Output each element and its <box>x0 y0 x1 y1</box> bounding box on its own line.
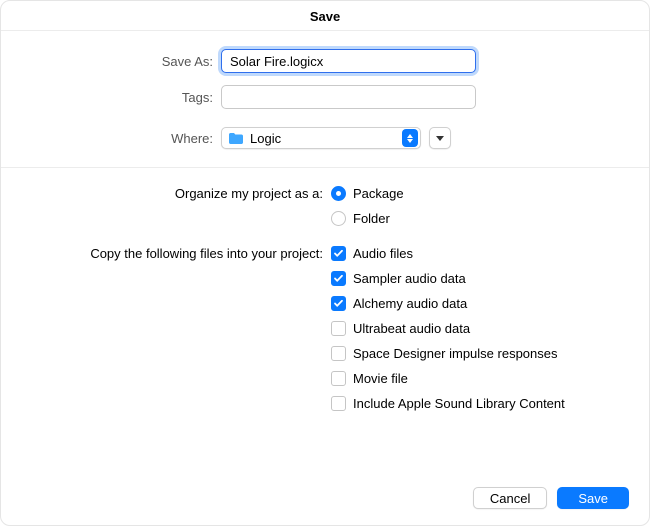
radio-folder-label: Folder <box>353 211 390 226</box>
where-row: Where: Logic <box>1 127 649 149</box>
organize-row-package: Organize my project as a: Package <box>1 186 649 201</box>
checkbox-movie-file[interactable] <box>331 371 346 386</box>
tags-input[interactable] <box>221 85 476 109</box>
checkbox-audio-files-label: Audio files <box>353 246 413 261</box>
copy-row-2: Alchemy audio data <box>1 296 649 311</box>
copy-row-1: Sampler audio data <box>1 271 649 286</box>
updown-arrows-icon <box>402 129 418 147</box>
dialog-content: Save As: Tags: Where: Logic <box>1 31 649 473</box>
checkbox-ultrabeat-label: Ultrabeat audio data <box>353 321 470 336</box>
chevron-down-icon <box>436 136 444 141</box>
checkbox-space-designer-label: Space Designer impulse responses <box>353 346 558 361</box>
copy-row-3: Ultrabeat audio data <box>1 321 649 336</box>
checkbox-movie-file-label: Movie file <box>353 371 408 386</box>
organize-label: Organize my project as a: <box>1 186 331 201</box>
folder-icon <box>228 132 244 145</box>
organize-row-folder: Folder <box>1 211 649 226</box>
copy-row-4: Space Designer impulse responses <box>1 346 649 361</box>
checkbox-space-designer[interactable] <box>331 346 346 361</box>
radio-package-label: Package <box>353 186 404 201</box>
checkbox-apple-sound-lib[interactable] <box>331 396 346 411</box>
save-dialog: Save Save As: Tags: Where: L <box>0 0 650 526</box>
copy-row-6: Include Apple Sound Library Content <box>1 396 649 411</box>
save-as-label: Save As: <box>1 54 221 69</box>
check-icon <box>333 298 344 309</box>
check-icon <box>333 273 344 284</box>
check-icon <box>333 248 344 259</box>
radio-folder[interactable] <box>331 211 346 226</box>
where-label: Where: <box>1 131 221 146</box>
dialog-footer: Cancel Save <box>1 473 649 525</box>
checkbox-sampler[interactable] <box>331 271 346 286</box>
where-value: Logic <box>250 131 402 146</box>
expand-button[interactable] <box>429 127 451 149</box>
checkbox-audio-files[interactable] <box>331 246 346 261</box>
dialog-title: Save <box>1 1 649 31</box>
cancel-button[interactable]: Cancel <box>473 487 547 509</box>
divider <box>1 167 649 168</box>
checkbox-sampler-label: Sampler audio data <box>353 271 466 286</box>
save-as-row: Save As: <box>1 49 649 73</box>
tags-row: Tags: <box>1 85 649 109</box>
tags-label: Tags: <box>1 90 221 105</box>
copy-row-5: Movie file <box>1 371 649 386</box>
copy-row-0: Copy the following files into your proje… <box>1 246 649 261</box>
save-as-input[interactable] <box>221 49 476 73</box>
radio-package[interactable] <box>331 186 346 201</box>
copy-files-label: Copy the following files into your proje… <box>1 246 331 261</box>
checkbox-alchemy-label: Alchemy audio data <box>353 296 467 311</box>
save-button[interactable]: Save <box>557 487 629 509</box>
checkbox-apple-sound-lib-label: Include Apple Sound Library Content <box>353 396 565 411</box>
checkbox-ultrabeat[interactable] <box>331 321 346 336</box>
where-select[interactable]: Logic <box>221 127 421 149</box>
checkbox-alchemy[interactable] <box>331 296 346 311</box>
